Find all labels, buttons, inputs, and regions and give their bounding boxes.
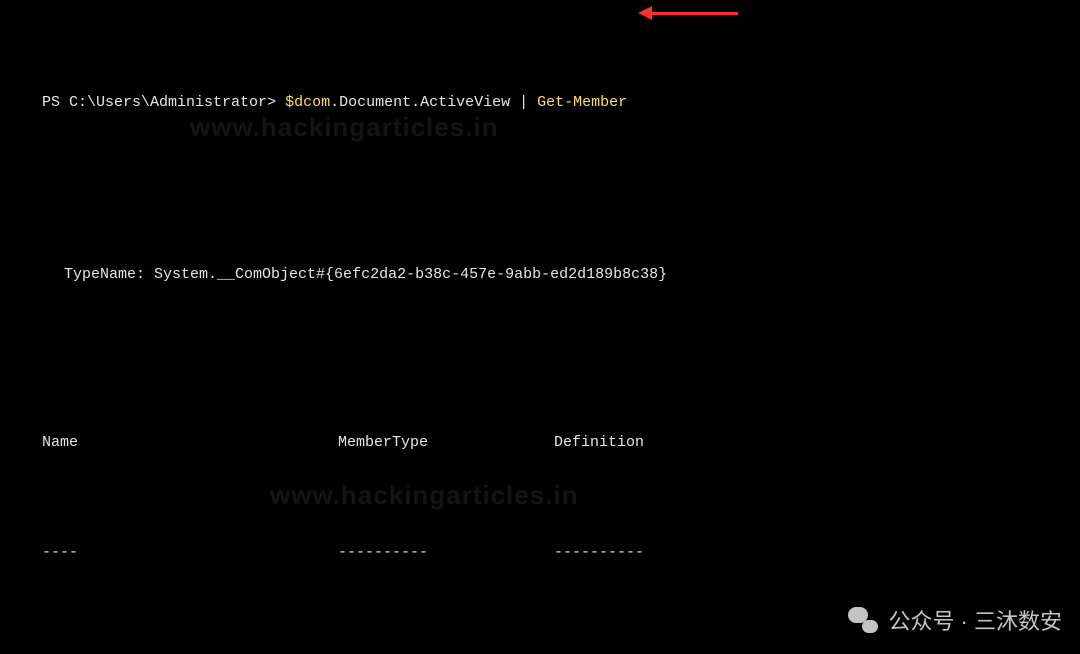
prompt-variable: $dcom — [285, 94, 330, 111]
command-line: PS C:\Users\Administrator> $dcom.Documen… — [6, 70, 1074, 136]
powershell-terminal[interactable]: PS C:\Users\Administrator> $dcom.Documen… — [0, 0, 1080, 654]
header-membertype: MemberType — [338, 432, 554, 454]
typename-label: TypeName: — [64, 266, 154, 283]
header-name: Name — [42, 432, 338, 454]
header-definition: Definition — [554, 432, 644, 454]
header-underline: ------------------------ — [6, 520, 1074, 586]
header-row: NameMemberTypeDefinition — [6, 410, 1074, 476]
prompt-property: .Document.ActiveView — [330, 94, 519, 111]
prompt-command: Get-Member — [537, 94, 627, 111]
prompt-prefix: PS C:\Users\Administrator> — [42, 94, 285, 111]
prompt-pipe: | — [519, 94, 537, 111]
typename-value: System.__ComObject#{6efc2da2-b38c-457e-9… — [154, 266, 667, 283]
typename-line: TypeName: System.__ComObject#{6efc2da2-b… — [28, 242, 1074, 308]
